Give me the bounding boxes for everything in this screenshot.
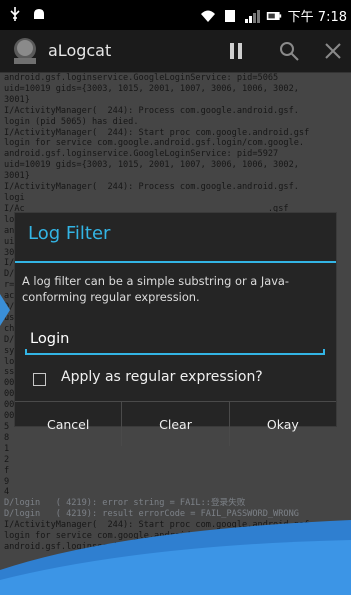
left-arrow-decoration	[0, 294, 10, 326]
cancel-button[interactable]: Cancel	[15, 402, 123, 446]
status-left-icons	[7, 6, 47, 22]
okay-button[interactable]: Okay	[230, 402, 336, 446]
dialog-title: Log Filter	[28, 223, 111, 244]
dialog-message: A log filter can be a simple substring o…	[22, 274, 290, 304]
blue-swoosh-decoration	[0, 520, 351, 595]
clear-button[interactable]: Clear	[122, 402, 230, 446]
regex-checkbox-label[interactable]: Apply as regular expression?	[61, 369, 263, 385]
clock: 下午 7:18	[287, 10, 347, 25]
filter-input[interactable]	[25, 323, 330, 353]
signal-icon	[244, 9, 260, 23]
dialog-button-bar: Cancel Clear Okay	[15, 401, 336, 446]
status-bar: 下午 7:18	[0, 0, 351, 30]
filter-input-wrap	[25, 323, 330, 355]
app-title: aLogcat	[48, 41, 112, 60]
action-bar: aLogcat	[0, 30, 351, 73]
search-icon[interactable]	[277, 39, 301, 63]
status-right-icons: 下午 7:18	[200, 6, 347, 25]
log-filter-dialog: Log Filter A log filter can be a simple …	[14, 212, 337, 446]
filter-input-underline	[25, 349, 325, 355]
pause-icon[interactable]	[224, 39, 248, 63]
close-icon[interactable]	[321, 39, 345, 63]
android-debug-icon	[34, 9, 44, 19]
regex-checkbox[interactable]	[33, 373, 46, 386]
wifi-icon	[200, 10, 215, 22]
battery-icon	[266, 11, 281, 20]
alogcat-app-icon	[14, 38, 36, 64]
sim-icon	[224, 9, 235, 22]
dialog-title-divider	[15, 261, 336, 263]
usb-debug-icon	[10, 7, 20, 21]
